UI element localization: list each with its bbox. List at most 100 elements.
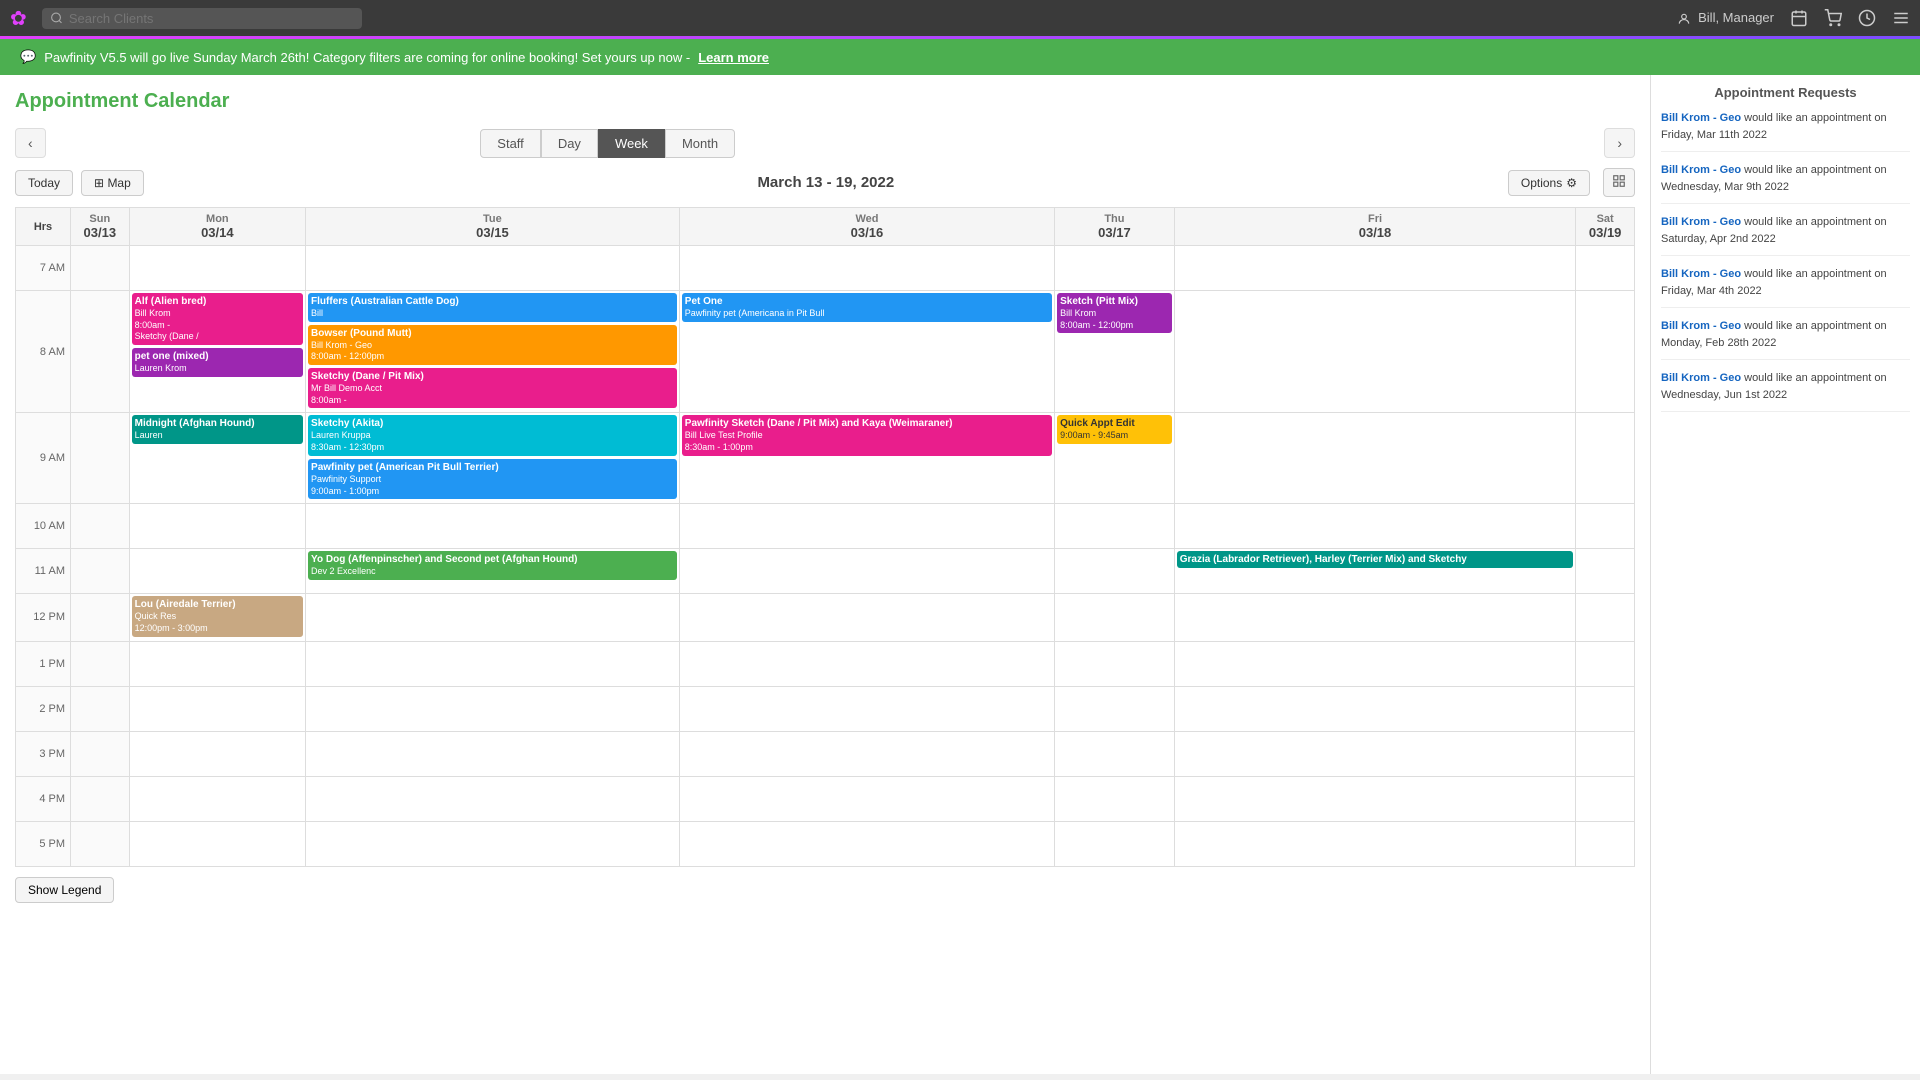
appt-request-5[interactable]: Bill Krom - Geo would like an appointmen…: [1661, 318, 1910, 360]
map-button[interactable]: ⊞ Map: [81, 170, 144, 196]
cell-3pm-wed[interactable]: [679, 731, 1054, 776]
appt-pawfinity-pet[interactable]: Pawfinity pet (American Pit Bull Terrier…: [308, 459, 677, 499]
cell-12pm-sun[interactable]: [71, 594, 130, 641]
cell-10am-sun[interactable]: [71, 504, 130, 549]
cell-8am-fri[interactable]: [1174, 291, 1576, 413]
cell-10am-sat[interactable]: [1576, 504, 1635, 549]
cell-2pm-mon[interactable]: [129, 686, 305, 731]
cell-7am-tue[interactable]: [306, 246, 680, 291]
cell-1pm-wed[interactable]: [679, 641, 1054, 686]
cell-4pm-fri[interactable]: [1174, 776, 1576, 821]
cell-12pm-tue[interactable]: [306, 594, 680, 641]
tab-week[interactable]: Week: [598, 129, 665, 158]
cell-8am-wed[interactable]: Pet One Pawfinity pet (Americana in Pit …: [679, 291, 1054, 413]
cell-3pm-fri[interactable]: [1174, 731, 1576, 776]
cell-4pm-thu[interactable]: [1055, 776, 1175, 821]
cell-12pm-thu[interactable]: [1055, 594, 1175, 641]
cell-11am-sun[interactable]: [71, 549, 130, 594]
cell-3pm-sun[interactable]: [71, 731, 130, 776]
cell-10am-thu[interactable]: [1055, 504, 1175, 549]
appt-bowser[interactable]: Bowser (Pound Mutt) Bill Krom - Geo 8:00…: [308, 325, 677, 365]
cell-7am-fri[interactable]: [1174, 246, 1576, 291]
appt-request-2[interactable]: Bill Krom - Geo would like an appointmen…: [1661, 162, 1910, 204]
user-info[interactable]: Bill, Manager: [1677, 10, 1775, 26]
cell-8am-sat[interactable]: [1576, 291, 1635, 413]
cell-3pm-thu[interactable]: [1055, 731, 1175, 776]
appt-midnight[interactable]: Midnight (Afghan Hound) Lauren: [132, 415, 303, 444]
cell-1pm-fri[interactable]: [1174, 641, 1576, 686]
cell-5pm-fri[interactable]: [1174, 821, 1576, 866]
clock-icon[interactable]: [1858, 9, 1876, 27]
appt-petone-wed[interactable]: Pet One Pawfinity pet (Americana in Pit …: [682, 293, 1052, 322]
cell-7am-mon[interactable]: [129, 246, 305, 291]
cell-3pm-tue[interactable]: [306, 731, 680, 776]
appt-petone-mixed[interactable]: pet one (mixed) Lauren Krom: [132, 348, 303, 377]
appt-grazia[interactable]: Grazia (Labrador Retriever), Harley (Ter…: [1177, 551, 1574, 568]
cell-8am-thu[interactable]: Sketch (Pitt Mix) Bill Krom 8:00am - 12:…: [1055, 291, 1175, 413]
cell-4pm-sat[interactable]: [1576, 776, 1635, 821]
cell-10am-mon[interactable]: [129, 504, 305, 549]
cell-7am-sun[interactable]: [71, 246, 130, 291]
appt-yodog[interactable]: Yo Dog (Affenpinscher) and Second pet (A…: [308, 551, 677, 580]
cell-4pm-tue[interactable]: [306, 776, 680, 821]
appt-request-4[interactable]: Bill Krom - Geo would like an appointmen…: [1661, 266, 1910, 308]
show-legend-button[interactable]: Show Legend: [15, 877, 114, 903]
cell-8am-sun[interactable]: [71, 291, 130, 413]
cell-11am-mon[interactable]: [129, 549, 305, 594]
cell-4pm-wed[interactable]: [679, 776, 1054, 821]
cell-3pm-sat[interactable]: [1576, 731, 1635, 776]
notification-learn-more-link[interactable]: Learn more: [698, 50, 769, 65]
appt-quick-edit[interactable]: Quick Appt Edit 9:00am - 9:45am: [1057, 415, 1172, 444]
cell-10am-fri[interactable]: [1174, 504, 1576, 549]
cell-4pm-sun[interactable]: [71, 776, 130, 821]
cell-11am-thu[interactable]: [1055, 549, 1175, 594]
next-week-button[interactable]: ›: [1604, 128, 1635, 158]
cell-9am-wed[interactable]: Pawfinity Sketch (Dane / Pit Mix) and Ka…: [679, 413, 1054, 504]
cell-9am-mon[interactable]: Midnight (Afghan Hound) Lauren: [129, 413, 305, 504]
cell-1pm-thu[interactable]: [1055, 641, 1175, 686]
appt-request-1[interactable]: Bill Krom - Geo would like an appointmen…: [1661, 110, 1910, 152]
cart-icon[interactable]: [1824, 9, 1842, 27]
cell-2pm-tue[interactable]: [306, 686, 680, 731]
cell-1pm-tue[interactable]: [306, 641, 680, 686]
prev-week-button[interactable]: ‹: [15, 128, 46, 158]
cell-2pm-wed[interactable]: [679, 686, 1054, 731]
cell-11am-wed[interactable]: [679, 549, 1054, 594]
cell-9am-tue[interactable]: Sketchy (Akita) Lauren Kruppa 8:30am - 1…: [306, 413, 680, 504]
cell-11am-sat[interactable]: [1576, 549, 1635, 594]
cell-7am-thu[interactable]: [1055, 246, 1175, 291]
menu-icon[interactable]: [1892, 9, 1910, 27]
cell-12pm-fri[interactable]: [1174, 594, 1576, 641]
cell-5pm-sun[interactable]: [71, 821, 130, 866]
cell-1pm-sat[interactable]: [1576, 641, 1635, 686]
cell-7am-sat[interactable]: [1576, 246, 1635, 291]
cell-4pm-mon[interactable]: [129, 776, 305, 821]
cell-12pm-mon[interactable]: Lou (Airedale Terrier) Quick Res 12:00pm…: [129, 594, 305, 641]
cell-1pm-mon[interactable]: [129, 641, 305, 686]
cell-1pm-sun[interactable]: [71, 641, 130, 686]
cell-12pm-sat[interactable]: [1576, 594, 1635, 641]
appt-sketchy-akita[interactable]: Sketchy (Akita) Lauren Kruppa 8:30am - 1…: [308, 415, 677, 455]
cell-11am-tue[interactable]: Yo Dog (Affenpinscher) and Second pet (A…: [306, 549, 680, 594]
tab-day[interactable]: Day: [541, 129, 598, 158]
appt-request-6[interactable]: Bill Krom - Geo would like an appointmen…: [1661, 370, 1910, 412]
appt-sketchy-tue[interactable]: Sketchy (Dane / Pit Mix) Mr Bill Demo Ac…: [308, 368, 677, 408]
cell-10am-tue[interactable]: [306, 504, 680, 549]
cell-3pm-mon[interactable]: [129, 731, 305, 776]
cell-11am-fri[interactable]: Grazia (Labrador Retriever), Harley (Ter…: [1174, 549, 1576, 594]
cell-2pm-thu[interactable]: [1055, 686, 1175, 731]
calendar-nav-icon[interactable]: [1790, 9, 1808, 27]
appt-request-3[interactable]: Bill Krom - Geo would like an appointmen…: [1661, 214, 1910, 256]
calendar-view-icon-button[interactable]: [1603, 168, 1635, 197]
cell-2pm-fri[interactable]: [1174, 686, 1576, 731]
cell-8am-tue[interactable]: Fluffers (Australian Cattle Dog) Bill Bo…: [306, 291, 680, 413]
cell-5pm-mon[interactable]: [129, 821, 305, 866]
appt-lou[interactable]: Lou (Airedale Terrier) Quick Res 12:00pm…: [132, 596, 303, 636]
cell-5pm-tue[interactable]: [306, 821, 680, 866]
cell-9am-sat[interactable]: [1576, 413, 1635, 504]
today-button[interactable]: Today: [15, 170, 73, 196]
appt-pawfinity-wed[interactable]: Pawfinity Sketch (Dane / Pit Mix) and Ka…: [682, 415, 1052, 455]
appt-alf[interactable]: Alf (Alien bred) Bill Krom 8:00am - Sket…: [132, 293, 303, 345]
appt-sketch-thu[interactable]: Sketch (Pitt Mix) Bill Krom 8:00am - 12:…: [1057, 293, 1172, 333]
cell-9am-sun[interactable]: [71, 413, 130, 504]
